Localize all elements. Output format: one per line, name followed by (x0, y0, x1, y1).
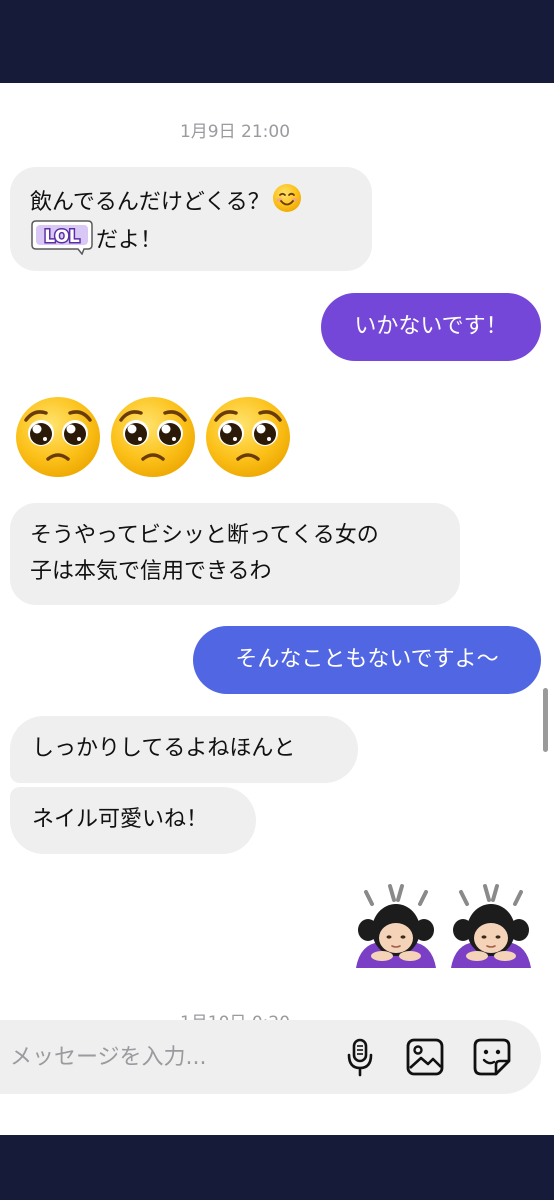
smiling-face-emoji (272, 184, 301, 212)
message-text: そんなこともないですよ〜 (235, 647, 499, 672)
status-bar (0, 0, 554, 83)
message-text: ネイル可愛いね！ (32, 807, 209, 832)
person-bowing-emoji (352, 882, 440, 972)
message-text: 飲んでるんだけどくる？ (30, 190, 270, 215)
pleading-face-emoji (109, 395, 197, 479)
message-input[interactable] (10, 1040, 330, 1074)
microphone-icon[interactable] (338, 1035, 382, 1079)
message-composer (0, 1020, 541, 1094)
scroll-indicator[interactable] (543, 688, 548, 752)
incoming-message-bubble: しっかりしてるよねほんと (10, 716, 358, 783)
home-indicator-bar (0, 1135, 554, 1200)
sticker-icon[interactable] (470, 1035, 514, 1079)
pleading-face-emoji (204, 395, 292, 479)
message-text: 子は本気で信用できるわ (30, 559, 272, 584)
message-text: だよ！ (96, 228, 163, 253)
person-bowing-emoji (447, 882, 535, 972)
outgoing-message-bubble: いかないです！ (321, 293, 541, 361)
incoming-message-bubble: そうやってビシッと断ってくる女の 子は本気で信用できるわ (10, 503, 460, 605)
incoming-message-bubble: 飲んでるんだけどくる？ LOL だよ！ (10, 167, 372, 271)
pleading-face-emoji (14, 395, 102, 479)
incoming-message-bubble: ネイル可愛いね！ (10, 787, 256, 854)
outgoing-message-bubble: そんなこともないですよ〜 (193, 626, 541, 694)
message-text: そうやってビシッと断ってくる女の (30, 523, 379, 548)
lol-sticker: LOL (31, 220, 93, 255)
message-text: いかないです！ (354, 314, 508, 339)
message-text: しっかりしてるよねほんと (32, 736, 296, 761)
image-icon[interactable] (403, 1035, 447, 1079)
date-separator: 1月9日 21:00 (179, 122, 291, 142)
lol-sticker-text: LOL (44, 227, 80, 247)
